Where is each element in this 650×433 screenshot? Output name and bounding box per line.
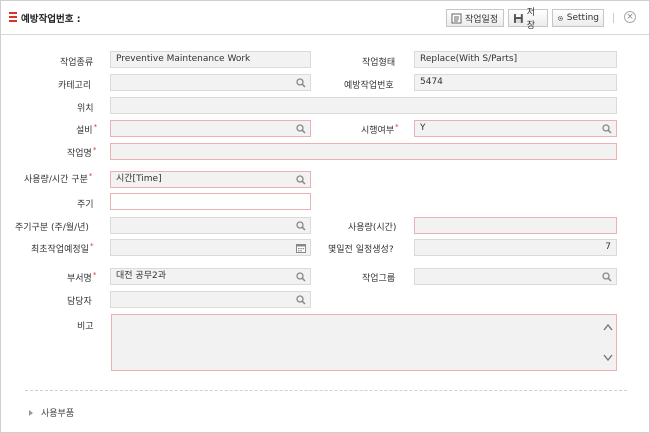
usage-time-div-label: 사용량/시간 구분* [24, 172, 93, 185]
usage-time-field[interactable] [414, 217, 617, 234]
scroll-down-icon[interactable] [603, 354, 613, 362]
work-group-label: 작업그룹 [362, 274, 396, 284]
first-date-field[interactable] [110, 239, 311, 256]
search-icon[interactable] [602, 124, 612, 134]
calendar-icon[interactable] [296, 243, 306, 253]
manager-label: 담당자 [67, 297, 92, 307]
search-icon[interactable] [602, 272, 612, 282]
title-bar: 예방작업번호 : 작업일정 저장 Setting × [1, 1, 649, 35]
search-icon[interactable] [296, 124, 306, 134]
category-label: 카테고리 [58, 81, 92, 91]
manager-field[interactable] [110, 291, 311, 308]
schedule-button-label: 작업일정 [465, 14, 499, 25]
remarks-label: 비고 [77, 322, 94, 332]
cycle-field[interactable] [110, 193, 311, 210]
equipment-label: 설비* [76, 123, 98, 136]
expand-triangle-icon [29, 409, 33, 416]
window-title: 예방작업번호 : [21, 14, 81, 25]
pm-work-window: 예방작업번호 : 작업일정 저장 Setting × 작업종류 Preventi… [0, 0, 650, 433]
gear-icon [557, 15, 563, 21]
usage-time-div-field[interactable]: 시간[Time] [110, 171, 311, 188]
work-group-field[interactable] [414, 268, 617, 285]
setting-button-label: Setting [566, 13, 599, 23]
parts-section-toggle[interactable]: 사용부품 [29, 406, 74, 419]
work-type-label: 작업종류 [60, 58, 94, 68]
save-icon [513, 13, 523, 23]
days-before-field[interactable]: 7 [414, 239, 617, 256]
cycle-label: 주기 [77, 200, 94, 210]
work-form-label: 작업형태 [362, 58, 396, 68]
dept-label: 부서명* [67, 271, 97, 284]
toolbar-divider [613, 13, 614, 23]
work-name-field[interactable] [110, 143, 617, 160]
calendar-list-icon [451, 13, 462, 23]
remarks-textarea[interactable] [111, 314, 617, 371]
search-icon[interactable] [296, 272, 306, 282]
location-field[interactable] [110, 97, 617, 114]
work-type-field[interactable]: Preventive Maintenance Work [110, 51, 311, 68]
days-before-label: 몇일전 일정생성? [328, 245, 394, 255]
category-field[interactable] [110, 74, 311, 91]
save-button[interactable]: 저장 [508, 8, 548, 31]
search-icon[interactable] [296, 175, 306, 185]
save-button-label: 저장 [526, 8, 536, 31]
dept-field[interactable]: 대전 공무2과 [110, 268, 311, 285]
cycle-div-label: 주기구분 (주/월/년) [15, 223, 89, 233]
close-icon[interactable]: × [624, 11, 636, 23]
scroll-up-icon[interactable] [603, 323, 613, 331]
equipment-field[interactable] [110, 120, 311, 137]
is-applied-label: 시행여부* [361, 123, 399, 136]
pm-no-field[interactable]: 5474 [414, 74, 617, 91]
parts-section-label: 사용부품 [41, 409, 75, 419]
section-divider [25, 390, 627, 391]
is-applied-field[interactable]: Y [414, 120, 617, 137]
work-form-field[interactable]: Replace(With S/Parts] [414, 51, 617, 68]
work-name-label: 작업명* [67, 146, 97, 159]
setting-button[interactable]: Setting [552, 9, 604, 27]
first-date-label: 최초작업예정일* [31, 242, 94, 255]
menu-icon[interactable] [9, 12, 17, 22]
location-label: 위치 [77, 104, 94, 114]
search-icon[interactable] [296, 78, 306, 88]
schedule-button[interactable]: 작업일정 [446, 9, 504, 27]
cycle-div-field[interactable] [110, 217, 311, 234]
usage-time-label: 사용량(시간) [348, 223, 397, 233]
pm-no-label: 예방작업번호 [344, 81, 394, 91]
search-icon[interactable] [296, 221, 306, 231]
search-icon[interactable] [296, 295, 306, 305]
